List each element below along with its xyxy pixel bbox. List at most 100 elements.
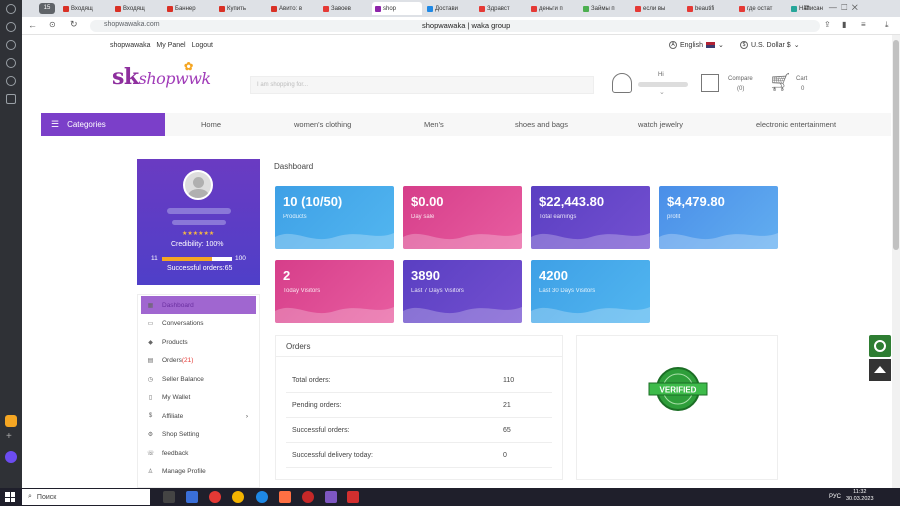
app-icon[interactable] <box>325 491 337 503</box>
browser-tab[interactable]: shop <box>372 2 422 15</box>
user-name-blur <box>638 82 688 87</box>
play-icon[interactable] <box>6 58 16 68</box>
browser-tab[interactable]: Купить <box>216 2 266 15</box>
history-icon[interactable] <box>6 22 16 32</box>
orders-row: Successful orders: 65 <box>286 418 552 443</box>
menu-item-label: feedback <box>162 449 189 457</box>
logout-link[interactable]: Logout <box>192 42 213 49</box>
tab-favicon-icon <box>219 5 225 12</box>
menu-item-affiliate[interactable]: $ Affiliate › <box>141 407 256 425</box>
user-icon: ♙ <box>147 469 154 475</box>
system-clock[interactable]: 11:32 30.03.2023 <box>846 489 874 503</box>
nav-mens[interactable]: Men's <box>424 120 444 129</box>
pdf-icon[interactable] <box>347 491 359 503</box>
menu-item-my-wallet[interactable]: ▯ My Wallet <box>141 389 256 407</box>
stat-label: profit <box>667 214 681 220</box>
browser-tab[interactable]: Завоев <box>320 2 370 15</box>
bookmark-star-icon[interactable]: ▮ <box>842 20 846 29</box>
stat-card: 3890 Last 7 Days Visitors <box>403 260 522 323</box>
tab-label: Займы п <box>591 5 615 12</box>
app-icon[interactable] <box>279 491 291 503</box>
rating-stars: ★★★★★★ <box>182 231 215 237</box>
nav-electronic-entertainment[interactable]: electronic entertainment <box>756 120 836 129</box>
tab-label: деньги п <box>539 5 563 12</box>
level-max: 100 <box>235 255 246 262</box>
tab-counter[interactable]: 15 <box>39 3 55 14</box>
compare-icon[interactable] <box>701 74 719 92</box>
menu-item-label: Products <box>162 338 188 346</box>
bookmark-icon[interactable] <box>6 40 16 50</box>
start-icon[interactable] <box>5 492 15 502</box>
browser-tab[interactable]: Входящ <box>60 2 110 15</box>
menu-item-orders[interactable]: ▤ Orders(21) <box>141 352 256 370</box>
browser-tab[interactable]: Достави <box>424 2 474 15</box>
browser-tab[interactable]: где остат <box>736 2 786 15</box>
browser-tab[interactable]: Займы п <box>580 2 630 15</box>
user-icon[interactable] <box>612 73 632 93</box>
shield-icon[interactable]: ⊙ <box>49 20 56 29</box>
edge-icon[interactable] <box>256 491 268 503</box>
compare-label[interactable]: Compare <box>728 76 753 82</box>
menu-item-conversations[interactable]: ▭ Conversations <box>141 315 256 333</box>
tab-favicon-icon <box>115 5 121 12</box>
nav-watch-jewelry[interactable]: watch jewelry <box>638 120 683 129</box>
add-icon[interactable]: + <box>6 431 12 442</box>
reload-icon[interactable]: ↻ <box>70 19 78 30</box>
opera-icon[interactable] <box>302 491 314 503</box>
mail-app-icon[interactable] <box>5 415 17 427</box>
menu-item-seller-balance[interactable]: ◷ Seller Balance <box>141 370 256 388</box>
tab-favicon-icon <box>739 5 745 12</box>
browser-tab[interactable]: beautifi <box>684 2 734 15</box>
categories-button[interactable]: ☰ Categories <box>41 113 165 136</box>
menu-item-manage-profile[interactable]: ♙ Manage Profile <box>141 463 256 481</box>
task-view-icon[interactable] <box>163 491 175 503</box>
assistant-icon[interactable] <box>5 451 17 463</box>
cart-icon[interactable]: 🛒︎ <box>769 72 792 93</box>
stat-value: $4,479.80 <box>667 194 725 209</box>
site-logo[interactable]: skshopwwk ✿ <box>112 60 211 90</box>
shop-link[interactable]: shopwawaka <box>110 42 150 49</box>
screenshot-icon[interactable] <box>6 94 16 104</box>
url-text[interactable]: shopwawaka.com <box>104 21 160 28</box>
download-icon[interactable]: ⤓ <box>885 20 889 30</box>
currency-selector[interactable]: $ U.S. Dollar $ ⌄ <box>740 41 800 49</box>
whatsapp-button[interactable] <box>869 335 891 357</box>
share-icon[interactable]: ⇪ <box>824 20 831 29</box>
browser-tab[interactable]: Входящ <box>112 2 162 15</box>
search-input[interactable]: I am shopping for... <box>250 76 594 94</box>
chat-icon: ▭ <box>147 321 154 327</box>
nav-womens-clothing[interactable]: women's clothing <box>294 120 351 129</box>
explorer-icon[interactable] <box>186 491 198 503</box>
menu-item-shop-setting[interactable]: ⚙ Shop Setting <box>141 426 256 444</box>
balance-icon: ◷ <box>147 376 154 383</box>
menu-icon[interactable]: ≡ <box>861 20 866 29</box>
menu-item-feedback[interactable]: ☏ feedback <box>141 444 256 462</box>
chevron-down-icon[interactable]: ⌄ <box>659 88 665 96</box>
yandex-icon[interactable] <box>209 491 221 503</box>
nav-home[interactable]: Home <box>201 120 221 129</box>
chrome-icon[interactable] <box>232 491 244 503</box>
browser-tab[interactable]: Авито: в <box>268 2 318 15</box>
orders-row-label: Total orders: <box>292 377 331 384</box>
my-panel-link[interactable]: My Panel <box>156 42 185 49</box>
language-selector[interactable]: A English ⌄ <box>669 41 724 49</box>
browser-tab[interactable]: деньги п <box>528 2 578 15</box>
scroll-top-button[interactable] <box>869 359 891 381</box>
nav-shoes-bags[interactable]: shoes and bags <box>515 120 568 129</box>
account-icon[interactable] <box>6 4 16 14</box>
back-icon[interactable]: ← <box>28 20 37 30</box>
cart-label[interactable]: Cart <box>796 76 807 82</box>
avatar <box>183 170 213 200</box>
browser-tab[interactable]: Здравст <box>476 2 526 15</box>
menu-item-products[interactable]: ◆ Products <box>141 333 256 351</box>
taskbar-search[interactable]: ⌕ Поиск <box>22 489 150 505</box>
tab-label: Купить <box>227 5 246 12</box>
clock-icon[interactable] <box>6 76 16 86</box>
browser-tab[interactable]: Баннер <box>164 2 214 15</box>
menu-item-dashboard[interactable]: ▦ Dashboard <box>141 296 256 314</box>
keyboard-language[interactable]: РУС <box>829 494 841 500</box>
orders-title: Orders <box>286 342 311 351</box>
scrollbar-thumb[interactable] <box>893 40 899 250</box>
taskbar-search-label: Поиск <box>36 493 57 501</box>
browser-tab[interactable]: если вы <box>632 2 682 15</box>
